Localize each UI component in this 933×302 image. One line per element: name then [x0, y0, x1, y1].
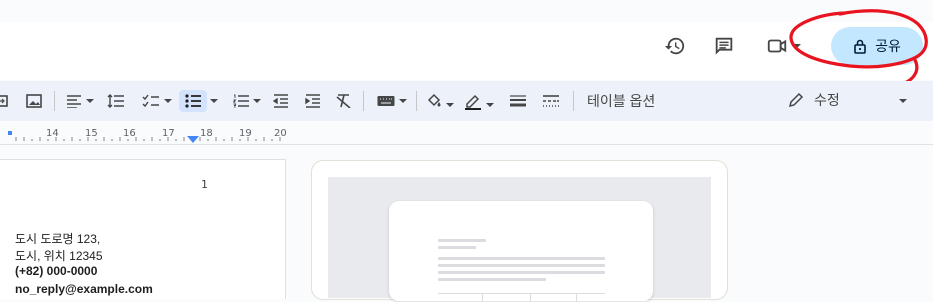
numbered-list-icon[interactable]: [229, 90, 265, 112]
editing-mode-label: 수정: [814, 92, 840, 108]
preview-line: [438, 278, 546, 281]
preview-line: [438, 246, 476, 249]
ruler-number: 17: [162, 128, 175, 139]
editing-mode-button[interactable]: 수정: [788, 90, 840, 110]
keyboard-icon[interactable]: [374, 90, 410, 112]
editing-mode-dropdown-icon[interactable]: [899, 99, 907, 103]
ruler-number: 15: [85, 128, 98, 139]
ruler-ticks: [8, 131, 281, 143]
ruler-number: 19: [239, 128, 252, 139]
align-icon[interactable]: [63, 90, 97, 112]
insert-left-icon[interactable]: [0, 90, 10, 112]
document-page[interactable]: [0, 159, 286, 299]
bulleted-list-icon[interactable]: [179, 90, 207, 112]
preview-line: [438, 264, 605, 267]
template-preview-card[interactable]: [389, 201, 653, 302]
email-line[interactable]: no_reply@example.com: [15, 282, 153, 296]
insert-image-icon[interactable]: [24, 90, 44, 112]
phone-line[interactable]: (+82) 000-0000: [15, 264, 97, 278]
address-line[interactable]: 도시, 위치 12345: [15, 247, 103, 264]
checklist-icon[interactable]: [138, 90, 176, 112]
fill-color-icon[interactable]: [424, 90, 456, 112]
decrease-indent-icon[interactable]: [272, 90, 290, 112]
address-line[interactable]: 도시 도로명 123,: [15, 230, 100, 247]
meet-video-icon[interactable]: [765, 33, 805, 59]
preview-line: [438, 257, 605, 260]
preview-table: [438, 293, 605, 302]
ruler-number: 18: [200, 128, 213, 139]
bulleted-list-dropdown-icon[interactable]: [207, 90, 221, 112]
table-options-button[interactable]: 테이블 옵션: [587, 91, 655, 111]
pencil-icon: [788, 92, 804, 108]
history-icon[interactable]: [662, 33, 688, 59]
preview-line: [438, 239, 486, 242]
border-dash-icon[interactable]: [541, 90, 561, 112]
clear-formatting-icon[interactable]: [335, 90, 353, 112]
increase-indent-icon[interactable]: [304, 90, 322, 112]
share-label: 공유: [875, 38, 901, 54]
border-width-icon[interactable]: [508, 90, 528, 112]
page-number: 1: [201, 178, 208, 191]
comments-icon[interactable]: [711, 33, 737, 59]
meet-dropdown-icon[interactable]: [793, 44, 801, 48]
border-color-icon[interactable]: [462, 90, 496, 112]
share-button[interactable]: 공유: [831, 27, 923, 65]
ruler-number: 16: [123, 128, 136, 139]
ruler-number: 20: [274, 128, 287, 139]
preview-line: [438, 271, 605, 274]
horizontal-ruler: 14 15 16 17 18 19 20: [0, 121, 933, 145]
ruler-number: 14: [46, 128, 59, 139]
line-spacing-icon[interactable]: [106, 90, 126, 112]
lock-icon: [854, 39, 866, 54]
